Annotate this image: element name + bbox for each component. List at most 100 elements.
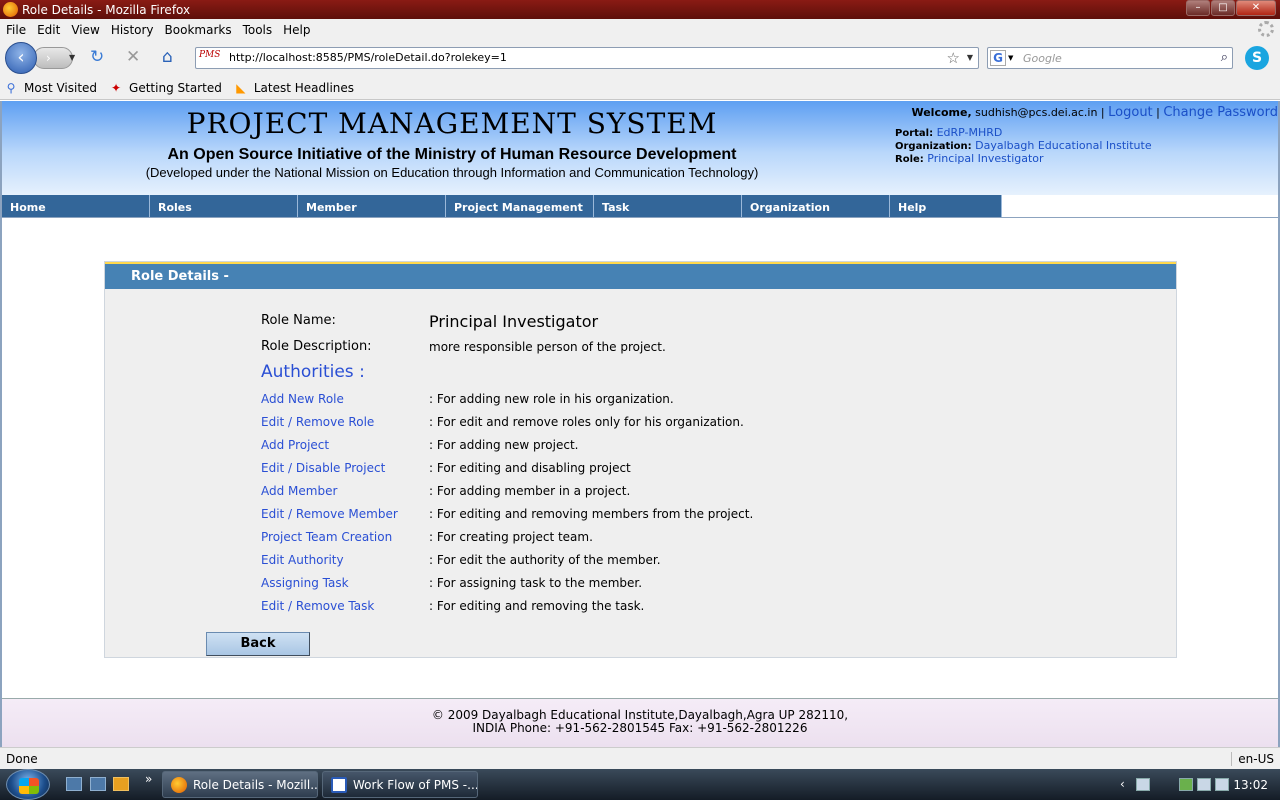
- url-dropdown-icon[interactable]: ▼: [967, 53, 973, 62]
- role-value[interactable]: Principal Investigator: [927, 152, 1043, 165]
- nav-member[interactable]: Member: [298, 195, 446, 217]
- authority-link[interactable]: Edit / Remove Member: [261, 507, 398, 521]
- search-bar[interactable]: G ▼ Google ⌕: [987, 47, 1233, 69]
- skype-icon[interactable]: S: [1245, 46, 1269, 70]
- role-line: Role: Principal Investigator: [895, 152, 1044, 165]
- menu-help[interactable]: Help: [283, 23, 310, 37]
- locale-indicator[interactable]: en-US: [1231, 752, 1274, 766]
- authority-link[interactable]: Assigning Task: [261, 576, 349, 590]
- menu-file[interactable]: File: [6, 23, 26, 37]
- minimize-button[interactable]: –: [1186, 0, 1210, 16]
- authority-link[interactable]: Add New Role: [261, 392, 344, 406]
- authority-description: : For edit and remove roles only for his…: [429, 415, 744, 429]
- menu-tools[interactable]: Tools: [243, 23, 273, 37]
- switch-windows-icon[interactable]: [90, 777, 106, 791]
- logout-link[interactable]: Logout: [1108, 105, 1153, 120]
- site-subtitle: An Open Source Initiative of the Ministr…: [167, 146, 737, 163]
- site-subtitle-note: (Developed under the National Mission on…: [145, 165, 759, 180]
- window-controls: – □ ✕: [1186, 0, 1276, 16]
- change-password-link[interactable]: Change Password: [1163, 105, 1278, 120]
- home-icon[interactable]: ⌂: [162, 48, 173, 66]
- authority-description: : For editing and removing members from …: [429, 507, 754, 521]
- site-header: PROJECT MANAGEMENT SYSTEM An Open Source…: [2, 101, 1278, 195]
- nav-help[interactable]: Help: [890, 195, 1002, 217]
- search-icon[interactable]: ⌕: [1221, 50, 1228, 65]
- organization-line: Organization: Dayalbagh Educational Inst…: [895, 139, 1152, 152]
- bookmark-label: Most Visited: [24, 80, 98, 95]
- bookmark-getting-started[interactable]: ✦ Getting Started: [109, 81, 222, 95]
- window-title: Role Details - Mozilla Firefox: [22, 3, 191, 17]
- bookmark-label: Getting Started: [129, 80, 222, 95]
- start-button[interactable]: [6, 769, 50, 800]
- history-dropdown-icon[interactable]: ▼: [69, 53, 75, 62]
- clock[interactable]: 13:02: [1233, 778, 1268, 792]
- role-description-value: more responsible person of the project.: [429, 340, 666, 354]
- authority-description: : For adding new project.: [429, 438, 579, 452]
- menu-history[interactable]: History: [111, 23, 154, 37]
- back-button[interactable]: ‹: [5, 42, 37, 74]
- forward-button[interactable]: ›: [33, 47, 73, 69]
- search-placeholder[interactable]: Google: [1023, 52, 1062, 65]
- battery-icon[interactable]: [1179, 778, 1193, 791]
- organization-label: Organization:: [895, 141, 972, 152]
- panel-heading: Role Details -: [105, 262, 1176, 289]
- task-label: Work Flow of PMS -...: [353, 778, 478, 792]
- authority-link[interactable]: Edit / Remove Role: [261, 415, 374, 429]
- tray-network-icon[interactable]: [1197, 778, 1211, 791]
- portal-value[interactable]: EdRP-MHRD: [937, 126, 1003, 139]
- network-icon[interactable]: [1136, 778, 1150, 791]
- authority-link[interactable]: Edit / Disable Project: [261, 461, 385, 475]
- google-engine-icon[interactable]: G: [990, 50, 1006, 66]
- authority-link[interactable]: Edit Authority: [261, 553, 344, 567]
- bookmark-most-visited[interactable]: ⚲ Most Visited: [4, 81, 97, 95]
- authority-description: : For assigning task to the member.: [429, 576, 643, 590]
- authority-link[interactable]: Edit / Remove Task: [261, 599, 374, 613]
- engine-dropdown-icon[interactable]: ▼: [1008, 54, 1013, 62]
- url-text[interactable]: http://localhost:8585/PMS/roleDetail.do?…: [229, 51, 507, 64]
- url-bar[interactable]: PMS http://localhost:8585/PMS/roleDetail…: [195, 47, 979, 69]
- role-details-panel: Role Details - Role Name: Principal Inve…: [104, 261, 1177, 658]
- quicklaunch-more-icon[interactable]: »: [145, 772, 152, 786]
- nav-project-management[interactable]: Project Management: [446, 195, 594, 217]
- maximize-button[interactable]: □: [1211, 0, 1235, 16]
- tray-expand-icon[interactable]: ‹: [1120, 777, 1125, 791]
- menu-bookmarks[interactable]: Bookmarks: [165, 23, 232, 37]
- authority-link[interactable]: Project Team Creation: [261, 530, 392, 544]
- menu-edit[interactable]: Edit: [37, 23, 60, 37]
- authority-link[interactable]: Add Member: [261, 484, 337, 498]
- authority-description: : For adding member in a project.: [429, 484, 631, 498]
- media-player-icon[interactable]: [113, 777, 129, 791]
- status-bar: Done en-US: [0, 747, 1280, 769]
- nav-roles[interactable]: Roles: [150, 195, 298, 217]
- nav-organization[interactable]: Organization: [742, 195, 890, 217]
- authority-description: : For adding new role in his organizatio…: [429, 392, 674, 406]
- back-forward-group: › ‹ ▼: [5, 42, 80, 74]
- navigation-toolbar: › ‹ ▼ ↻ ✕ ⌂ PMS http://localhost:8585/PM…: [0, 40, 1280, 76]
- reload-icon[interactable]: ↻: [90, 48, 104, 66]
- taskbar-task-word[interactable]: Work Flow of PMS -...: [322, 771, 478, 798]
- welcome-label: Welcome,: [911, 106, 972, 119]
- authority-description: : For creating project team.: [429, 530, 593, 544]
- rss-icon: ◣: [236, 80, 246, 95]
- authority-link[interactable]: Add Project: [261, 438, 329, 452]
- status-text: Done: [6, 752, 38, 766]
- close-button[interactable]: ✕: [1236, 0, 1276, 16]
- stop-icon[interactable]: ✕: [126, 48, 140, 66]
- authorities-heading: Authorities :: [261, 362, 365, 382]
- menu-view[interactable]: View: [71, 23, 99, 37]
- organization-value[interactable]: Dayalbagh Educational Institute: [975, 139, 1151, 152]
- nav-task[interactable]: Task: [594, 195, 742, 217]
- site-footer: © 2009 Dayalbagh Educational Institute,D…: [2, 698, 1278, 747]
- show-desktop-icon[interactable]: [66, 777, 82, 791]
- bookmark-latest-headlines[interactable]: ◣ Latest Headlines: [234, 81, 354, 95]
- word-doc-icon: [331, 777, 347, 793]
- role-name-value: Principal Investigator: [429, 312, 599, 331]
- taskbar-task-firefox[interactable]: Role Details - Mozill...: [162, 771, 318, 798]
- portal-line: Portal: EdRP-MHRD: [895, 126, 1002, 139]
- back-button-page[interactable]: Back: [206, 632, 310, 656]
- nav-home[interactable]: Home: [2, 195, 150, 217]
- volume-icon[interactable]: [1215, 778, 1229, 791]
- bookmark-star-icon[interactable]: ☆: [947, 49, 960, 67]
- main-nav: Home Roles Member Project Management Tas…: [2, 195, 1002, 217]
- authority-description: : For editing and removing the task.: [429, 599, 645, 613]
